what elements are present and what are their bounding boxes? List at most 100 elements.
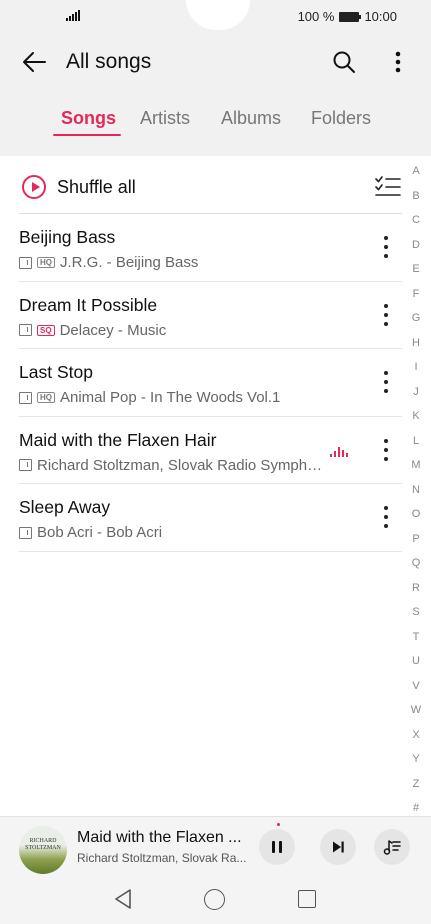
song-subtitle: SQ Delacey - Music: [19, 322, 166, 339]
album-art-text: RICHARD STOLTZMAN: [25, 838, 61, 851]
song-list: Beijing Bass HQ J.R.G. - Beijing Bass Dr…: [0, 214, 402, 552]
quality-badge: SQ: [37, 324, 55, 336]
album-art[interactable]: RICHARD STOLTZMAN: [19, 826, 67, 874]
pause-button[interactable]: [259, 829, 295, 865]
shuffle-all-label: Shuffle all: [57, 177, 136, 197]
nav-home-icon[interactable]: [204, 889, 225, 910]
alphabet-index-letter[interactable]: K: [412, 409, 419, 434]
alphabet-index-letter[interactable]: A: [412, 164, 419, 189]
system-navigation-bar: [0, 876, 431, 924]
song-artist-album: Richard Stoltzman, Slovak Radio Symph…: [37, 456, 323, 474]
local-file-icon: [19, 324, 32, 336]
alphabet-index-letter[interactable]: O: [412, 507, 421, 532]
alphabet-index-letter[interactable]: F: [413, 287, 420, 312]
app-bar: All songs: [0, 34, 431, 92]
alphabet-index-letter[interactable]: C: [412, 213, 420, 238]
alphabet-index-letter[interactable]: B: [412, 189, 419, 214]
quality-badge: HQ: [37, 257, 55, 268]
song-artist-album: Delacey - Music: [59, 321, 167, 339]
tab-bar: Songs Artists Albums Folders: [0, 92, 431, 152]
alphabet-index-letter[interactable]: P: [412, 532, 419, 557]
alphabet-index-letter[interactable]: X: [412, 728, 419, 753]
now-playing-artist: Richard Stoltzman, Slovak Ra...: [77, 851, 247, 865]
tab-artists[interactable]: Artists: [140, 108, 190, 129]
alphabet-index-letter[interactable]: H: [412, 336, 420, 361]
alphabet-index-letter[interactable]: U: [412, 654, 420, 679]
alphabet-index-letter[interactable]: D: [412, 238, 420, 263]
song-artist-album: Animal Pop - In The Woods Vol.1: [60, 389, 281, 406]
alphabet-index-letter[interactable]: L: [413, 434, 419, 459]
song-more-button[interactable]: [374, 232, 398, 262]
alphabet-index-letter[interactable]: T: [413, 630, 420, 655]
progress-indicator: [277, 823, 280, 826]
divider: [19, 550, 402, 552]
song-list-panel: Shuffle all Beijing Bass HQ J.R.G. - Bei…: [0, 156, 431, 816]
song-artist-album: Bob Acri - Bob Acri: [37, 524, 163, 541]
status-right: 100 % 10:00: [298, 9, 397, 24]
more-options-button[interactable]: [382, 46, 414, 78]
alphabet-index-letter[interactable]: Y: [412, 752, 419, 777]
signal-icon: [66, 9, 80, 21]
status-time: 10:00: [364, 9, 397, 24]
tab-folders[interactable]: Folders: [311, 108, 371, 129]
alphabet-index-letter[interactable]: M: [411, 458, 420, 483]
queue-music-icon: [383, 840, 401, 855]
nav-back-icon[interactable]: [113, 888, 133, 910]
song-more-button[interactable]: [374, 435, 398, 465]
alphabet-index-scrollbar[interactable]: A B C D E F G H I J K L M N O P Q R S T U V W X Y Z #: [406, 164, 426, 826]
song-subtitle: Bob Acri - Bob Acri: [19, 524, 162, 541]
tab-songs[interactable]: Songs: [61, 108, 116, 129]
alphabet-index-letter[interactable]: G: [412, 311, 421, 336]
tab-albums[interactable]: Albums: [221, 108, 281, 129]
back-arrow-icon: [23, 52, 46, 72]
alphabet-index-letter[interactable]: Z: [413, 777, 420, 802]
now-playing-title: Maid with the Flaxen ...: [77, 829, 242, 846]
alphabet-index-letter[interactable]: S: [412, 605, 419, 630]
quality-badge: HQ: [37, 392, 55, 403]
next-track-button[interactable]: [320, 829, 356, 865]
page-title: All songs: [66, 50, 152, 73]
song-subtitle: HQ Animal Pop - In The Woods Vol.1: [19, 389, 280, 406]
battery-icon: [339, 11, 362, 22]
local-file-icon: [19, 526, 32, 539]
now-playing-equalizer-icon: [330, 446, 348, 457]
shuffle-all-button[interactable]: Shuffle all: [0, 156, 402, 214]
alphabet-index-letter[interactable]: W: [411, 703, 421, 728]
alphabet-index-letter[interactable]: N: [412, 483, 420, 508]
song-more-button[interactable]: [374, 300, 398, 330]
back-button[interactable]: [18, 46, 50, 78]
song-title: Sleep Away: [19, 497, 111, 517]
song-subtitle: HQ J.R.G. - Beijing Bass: [19, 254, 198, 271]
alphabet-index-letter[interactable]: J: [413, 385, 419, 410]
local-file-icon: [19, 256, 32, 269]
song-title: Dream It Possible: [19, 294, 158, 315]
song-title: Beijing Bass: [19, 227, 116, 247]
skip-next-icon: [333, 841, 344, 853]
song-row[interactable]: Sleep Away Bob Acri - Bob Acri: [0, 484, 402, 552]
alphabet-index-letter[interactable]: I: [414, 360, 417, 385]
song-row[interactable]: Last Stop HQ Animal Pop - In The Woods V…: [0, 349, 402, 417]
alphabet-index-letter[interactable]: R: [412, 581, 420, 606]
alphabet-index-letter[interactable]: E: [412, 262, 419, 287]
camera-notch: [186, 0, 250, 30]
mini-player[interactable]: RICHARD STOLTZMAN Maid with the Flaxen .…: [0, 816, 431, 876]
song-row[interactable]: Maid with the Flaxen Hair Richard Stoltz…: [0, 417, 402, 484]
song-more-button[interactable]: [374, 367, 398, 397]
song-row[interactable]: Dream It Possible SQ Delacey - Music: [0, 282, 402, 349]
multi-select-icon[interactable]: [374, 174, 402, 200]
active-tab-indicator: [53, 134, 121, 136]
nav-recent-apps-icon[interactable]: [298, 890, 316, 908]
alphabet-index-letter[interactable]: V: [412, 679, 419, 704]
song-title: Maid with the Flaxen Hair: [19, 429, 217, 450]
battery-percent: 100 %: [297, 9, 335, 24]
song-row[interactable]: Beijing Bass HQ J.R.G. - Beijing Bass: [0, 214, 402, 282]
alphabet-index-letter[interactable]: Q: [412, 556, 421, 581]
song-more-button[interactable]: [374, 502, 398, 532]
song-title: Last Stop: [19, 362, 93, 382]
playlist-queue-button[interactable]: [374, 829, 410, 865]
search-icon: [333, 51, 355, 73]
song-artist-album: J.R.G. - Beijing Bass: [60, 254, 199, 271]
local-file-icon: [19, 391, 32, 404]
play-circle-icon: [22, 175, 46, 199]
search-button[interactable]: [328, 46, 360, 78]
